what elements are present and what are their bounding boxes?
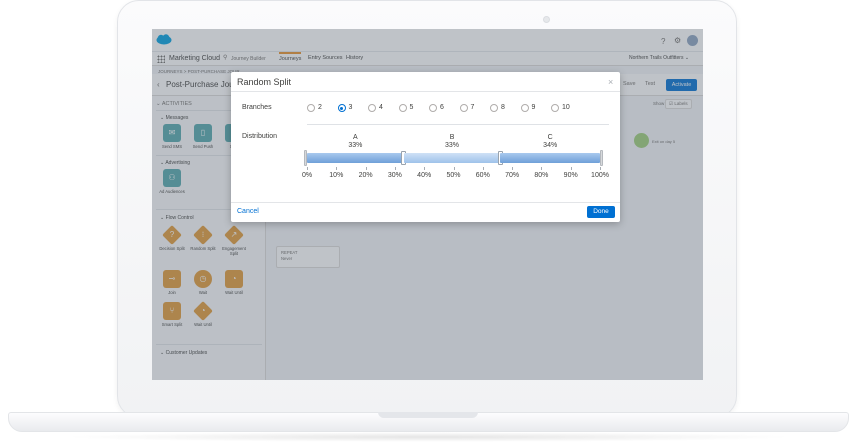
slider-end-cap — [600, 150, 603, 166]
branch-name-c: C — [547, 134, 553, 141]
branch-segment-b[interactable] — [403, 153, 501, 163]
scale-tick — [600, 167, 601, 170]
divider — [231, 91, 620, 92]
cancel-button[interactable]: Cancel — [237, 208, 259, 215]
scale-tick — [336, 167, 338, 170]
modal-title: Random Split — [237, 77, 292, 87]
branch-segment-a[interactable] — [307, 153, 404, 163]
radio-label: 6 — [440, 104, 444, 111]
radio-button[interactable] — [307, 104, 315, 112]
branch-segment-c[interactable] — [500, 153, 600, 163]
branches-label: Branches — [242, 104, 272, 111]
laptop-notch — [378, 412, 478, 418]
scale-tick-label: 40% — [417, 172, 432, 179]
radio-label: 5 — [409, 104, 414, 111]
radio-button[interactable] — [398, 104, 407, 112]
divider — [307, 124, 609, 125]
scale-tick — [365, 167, 367, 170]
scale-tick-label: 30% — [387, 172, 402, 179]
distribution-label: Distribution — [242, 133, 278, 140]
scale-tick-label: 0% — [301, 172, 313, 179]
radio-button[interactable] — [551, 104, 559, 112]
radio-button[interactable] — [490, 104, 498, 112]
branch-name-a: A — [353, 134, 358, 141]
radio-label: 2 — [318, 104, 322, 111]
close-icon[interactable]: × — [608, 77, 613, 87]
laptop-screen: ? ⚙ Marketing Cloud ⚲ Journey Builder Jo… — [152, 29, 703, 380]
scale-tick — [570, 167, 572, 170]
laptop-shadow — [60, 432, 797, 442]
scale-tick — [307, 167, 308, 170]
radio-button[interactable] — [459, 104, 468, 112]
distribution-slider[interactable]: A 33% B 33% C 34% 0% 10% 20% 30% 40% 50% 60% 70% 80% 90… — [302, 134, 609, 194]
radio-button[interactable] — [520, 104, 529, 112]
branch-name-b: B — [449, 134, 455, 141]
random-split-modal: Random Split × Branches 2 3 4 5 6 7 8 9 10 Distr… — [231, 72, 620, 222]
scale-tick-label: 60% — [475, 172, 490, 179]
scale-tick-label: 10% — [329, 172, 344, 179]
radio-label: 9 — [531, 104, 536, 111]
scale-tick-label: 50% — [446, 172, 461, 179]
done-button[interactable]: Done — [587, 206, 615, 218]
radio-button[interactable] — [368, 104, 376, 112]
branch-percent-a: 33% — [348, 142, 363, 149]
scale-tick — [424, 167, 426, 170]
scale-tick — [512, 167, 514, 170]
scale-tick — [394, 167, 396, 170]
branch-percent-b: 33% — [445, 142, 460, 149]
scale-tick-label: 100% — [591, 172, 609, 179]
webcam — [543, 16, 550, 23]
scale-tick-label: 20% — [358, 172, 373, 179]
divider — [231, 202, 620, 203]
scale-tick-label: 70% — [505, 172, 520, 179]
radio-button[interactable] — [337, 104, 346, 112]
radio-label: 4 — [379, 104, 383, 111]
scale-tick-label: 80% — [534, 172, 549, 179]
scale-tick — [541, 167, 543, 170]
scale-tick — [482, 167, 484, 170]
branch-percent-c: 34% — [543, 142, 558, 149]
radio-button[interactable] — [429, 104, 437, 112]
radio-label: 10 — [562, 104, 570, 111]
scale-tick-label: 90% — [563, 172, 578, 179]
radio-label: 8 — [501, 104, 505, 111]
marketing-cloud-app: ? ⚙ Marketing Cloud ⚲ Journey Builder Jo… — [152, 29, 703, 380]
scale-tick — [453, 167, 455, 170]
radio-label: 7 — [470, 104, 475, 111]
radio-label: 3 — [348, 104, 353, 111]
